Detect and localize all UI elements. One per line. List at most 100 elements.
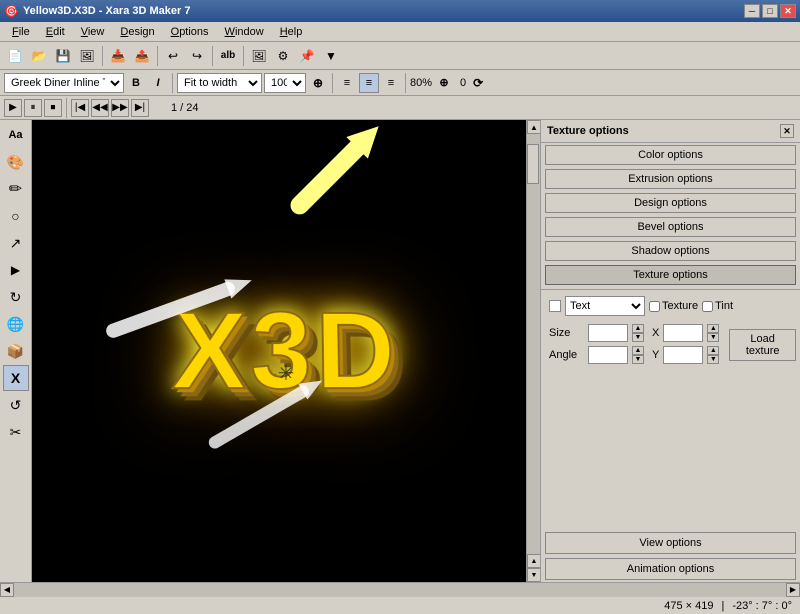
play-button[interactable]: ▶	[4, 99, 22, 117]
box-tool-button[interactable]: 📦	[3, 338, 29, 364]
save-button[interactable]: 💾	[52, 45, 74, 67]
size-x-up-button[interactable]: ▲	[707, 324, 719, 333]
dropdown-button[interactable]: ▼	[320, 45, 342, 67]
h-scroll-right-button[interactable]: ▶	[786, 583, 800, 597]
load-texture-button[interactable]: Load texture	[729, 329, 796, 361]
text-button[interactable]: alb	[217, 45, 239, 67]
new-button[interactable]: 📄	[4, 45, 26, 67]
minimize-button[interactable]: ─	[744, 4, 760, 18]
playback-toolbar: ▶ ⏸ ⏹ |◀ ◀◀ ▶▶ ▶| 1 / 24	[0, 96, 800, 120]
open-button[interactable]: 📂	[28, 45, 50, 67]
angle-down-button[interactable]: ▼	[632, 355, 644, 364]
tint-checkbox[interactable]	[702, 301, 713, 312]
pin-button[interactable]: 📌	[296, 45, 318, 67]
zoom2-icon[interactable]: ⊕	[434, 73, 454, 93]
play-tool-button[interactable]: ▶	[3, 257, 29, 283]
cut-tool-button[interactable]: ✂	[3, 419, 29, 445]
texture-checkbox-label[interactable]: Texture	[649, 300, 698, 312]
last-frame-button[interactable]: ▶|	[131, 99, 149, 117]
zoom-select[interactable]: 100%	[264, 73, 306, 93]
x3d-tool-button[interactable]: X	[3, 365, 29, 391]
right-panel: Texture options ✕ Color options Extrusio…	[540, 120, 800, 582]
bold-button[interactable]: B	[126, 73, 146, 93]
align-right-button[interactable]: ≡	[381, 73, 401, 93]
pause-button[interactable]: ⏸	[24, 99, 42, 117]
bevel-options-button[interactable]: Bevel options	[545, 217, 796, 237]
texture-options-button[interactable]: Texture options	[545, 265, 796, 285]
size-up-button[interactable]: ▲	[632, 324, 644, 333]
canvas-dimensions: 475 × 419	[664, 600, 713, 612]
align-left-button[interactable]: ≡	[337, 73, 357, 93]
load-texture-area: Load texture	[729, 322, 796, 366]
menu-window[interactable]: Window	[217, 24, 272, 40]
color-options-button[interactable]: Color options	[545, 145, 796, 165]
export-button[interactable]: 🖼	[76, 45, 98, 67]
scroll-thumb[interactable]	[527, 144, 539, 184]
rotate-tool-button[interactable]: ↻	[3, 284, 29, 310]
italic-button[interactable]: I	[148, 73, 168, 93]
globe-tool-button[interactable]: 🌐	[3, 311, 29, 337]
redo-button[interactable]: ↪	[186, 45, 208, 67]
size-x-down-button[interactable]: ▼	[707, 333, 719, 342]
export2-button[interactable]: 📤	[131, 45, 153, 67]
circle-tool-button[interactable]: ○	[3, 203, 29, 229]
texture-checkbox[interactable]	[649, 301, 660, 312]
scroll-down-up-button[interactable]: ▲	[527, 554, 540, 568]
menu-design[interactable]: Design	[112, 24, 162, 40]
texture-type-select[interactable]: Text	[565, 296, 645, 316]
stop-button[interactable]: ⏹	[44, 99, 62, 117]
menu-bar: File Edit View Design Options Window Hel…	[0, 22, 800, 42]
texture-controls: Text Texture Tint Size ▲	[541, 289, 800, 370]
tint-checkbox-label[interactable]: Tint	[702, 300, 733, 312]
angle-y-down-button[interactable]: ▼	[707, 355, 719, 364]
menu-options[interactable]: Options	[163, 24, 217, 40]
undo-button[interactable]: ↩	[162, 45, 184, 67]
fit-to-width-select[interactable]: Fit to width	[177, 73, 262, 93]
first-frame-button[interactable]: |◀	[71, 99, 89, 117]
arrow-tool-button[interactable]: ↗	[3, 230, 29, 256]
menu-view[interactable]: View	[73, 24, 113, 40]
quality-button[interactable]: 🖼	[248, 45, 270, 67]
texture-check[interactable]	[549, 300, 561, 312]
next-frame-button[interactable]: ▶▶	[111, 99, 129, 117]
prev-frame-button[interactable]: ◀◀	[91, 99, 109, 117]
text-tool-button[interactable]: Aa	[3, 122, 29, 148]
scroll-up-button[interactable]: ▲	[527, 120, 540, 134]
menu-help[interactable]: Help	[272, 24, 311, 40]
undo-tool-button[interactable]: ↺	[3, 392, 29, 418]
panel-close-button[interactable]: ✕	[780, 124, 794, 138]
angle-row: Angle ▲ ▼ Y ▲ ▼	[545, 344, 723, 366]
canvas-area[interactable]: X3D ✳ ▲ ▲ ▼	[32, 120, 540, 582]
canvas-angles: -23° : 7° : 0°	[732, 600, 792, 612]
size-input[interactable]	[588, 324, 628, 342]
reset-button[interactable]: ⟳	[468, 73, 488, 93]
h-scroll-left-button[interactable]: ◀	[0, 583, 14, 597]
animation-options-button[interactable]: Animation options	[545, 558, 796, 580]
extrusion-options-button[interactable]: Extrusion options	[545, 169, 796, 189]
title-bar: 🎯 Yellow3D.X3D - Xara 3D Maker 7 ─ □ ✕	[0, 0, 800, 22]
size-down-button[interactable]: ▼	[632, 333, 644, 342]
import-button[interactable]: 📥	[107, 45, 129, 67]
menu-file[interactable]: File	[4, 24, 38, 40]
scroll-down-button[interactable]: ▼	[527, 568, 540, 582]
align-center-button[interactable]: ≡	[359, 73, 379, 93]
canvas-3d-text: X3D	[171, 298, 401, 407]
close-button[interactable]: ✕	[780, 4, 796, 18]
color-tool-button[interactable]: 🎨	[3, 149, 29, 175]
vertical-scrollbar[interactable]: ▲ ▲ ▼	[526, 120, 540, 582]
shadow-options-button[interactable]: Shadow options	[545, 241, 796, 261]
options-button[interactable]: ⚙	[272, 45, 294, 67]
zoom-in-icon[interactable]: ⊕	[308, 73, 328, 93]
angle-y-input[interactable]	[663, 346, 703, 364]
angle-up-button[interactable]: ▲	[632, 346, 644, 355]
maximize-button[interactable]: □	[762, 4, 778, 18]
spin-cursor-icon: ✳	[278, 361, 295, 386]
menu-edit[interactable]: Edit	[38, 24, 73, 40]
angle-y-up-button[interactable]: ▲	[707, 346, 719, 355]
angle-input[interactable]	[588, 346, 628, 364]
view-options-button[interactable]: View options	[545, 532, 796, 554]
size-x-input[interactable]	[663, 324, 703, 342]
font-select[interactable]: Greek Diner Inline TT	[4, 73, 124, 93]
pencil-tool-button[interactable]: ✏	[3, 176, 29, 202]
design-options-button[interactable]: Design options	[545, 193, 796, 213]
